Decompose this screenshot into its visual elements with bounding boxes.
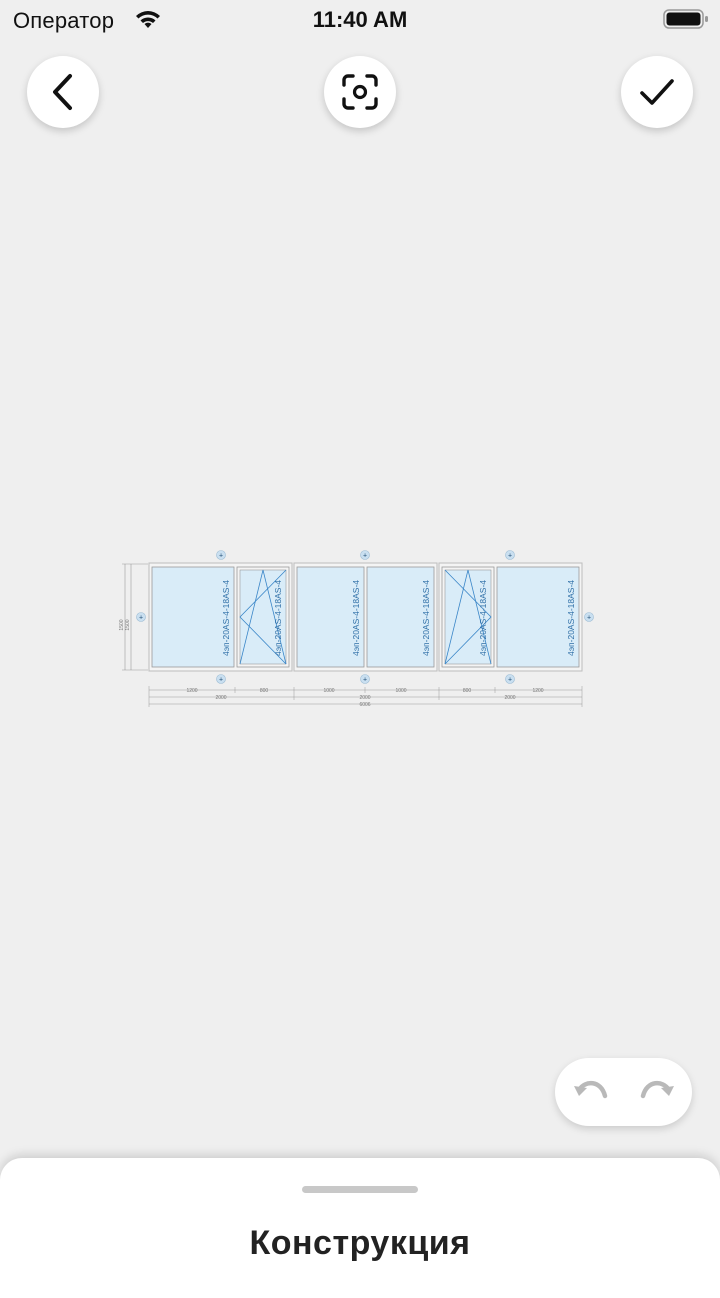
svg-text:+: + [587, 615, 591, 622]
glass-formula-2: 4эп-20AS-4-18AS-4 [273, 580, 283, 656]
status-bar: Оператор 11:40 AM [0, 0, 720, 40]
segment-width-6: 1200 [532, 688, 543, 694]
frame-width-1: 2000 [215, 695, 226, 701]
history-controls [555, 1058, 692, 1126]
fit-to-screen-button[interactable] [324, 56, 396, 128]
done-button[interactable] [621, 56, 693, 128]
window-construction-drawing[interactable]: 1500 1500 4эп-20AS-4-18AS-4 4эп-20AS-4-1… [118, 546, 598, 710]
frame-width-2: 2000 [359, 695, 370, 701]
checkmark-icon [640, 79, 674, 105]
svg-text:+: + [363, 553, 367, 560]
chevron-left-icon [53, 74, 72, 110]
glass-formula-5: 4эп-20AS-4-18AS-4 [478, 580, 488, 656]
glass-formula-1: 4эп-20AS-4-18AS-4 [221, 580, 231, 656]
svg-text:+: + [508, 553, 512, 560]
add-above-frame-2-button[interactable]: + [360, 550, 370, 560]
add-above-frame-1-button[interactable]: + [216, 550, 226, 560]
segment-width-3: 1000 [323, 688, 334, 694]
bottom-sheet[interactable]: Конструкция [0, 1158, 720, 1298]
add-below-frame-2-button[interactable]: + [360, 674, 370, 684]
add-below-frame-1-button[interactable]: + [216, 674, 226, 684]
battery-icon [663, 9, 708, 29]
back-button[interactable] [27, 56, 99, 128]
svg-text:+: + [219, 677, 223, 684]
redo-icon[interactable] [637, 1076, 677, 1108]
svg-text:+: + [139, 615, 143, 622]
segment-width-2: 800 [260, 688, 269, 694]
undo-icon[interactable] [571, 1076, 611, 1108]
svg-text:+: + [363, 677, 367, 684]
total-width: 6006 [359, 702, 370, 708]
add-left-button[interactable]: + [136, 612, 146, 622]
frame-width-3: 2000 [504, 695, 515, 701]
add-right-button[interactable]: + [584, 612, 594, 622]
height-inner-label: 1500 [125, 619, 131, 630]
clock: 11:40 AM [312, 7, 408, 32]
segment-width-4: 1000 [395, 688, 406, 694]
svg-text:+: + [508, 677, 512, 684]
glass-formula-4: 4эп-20AS-4-18AS-4 [421, 580, 431, 656]
glass-formula-6: 4эп-20AS-4-18AS-4 [566, 580, 576, 656]
add-below-frame-3-button[interactable]: + [505, 674, 515, 684]
glass-formula-3: 4эп-20AS-4-18AS-4 [351, 580, 361, 656]
segment-width-5: 800 [463, 688, 472, 694]
sheet-grabber[interactable] [302, 1186, 418, 1193]
focus-frame-icon [342, 74, 378, 110]
sheet-title: Конструкция [249, 1224, 471, 1262]
svg-text:+: + [219, 553, 223, 560]
add-above-frame-3-button[interactable]: + [505, 550, 515, 560]
segment-width-1: 1200 [186, 688, 197, 694]
